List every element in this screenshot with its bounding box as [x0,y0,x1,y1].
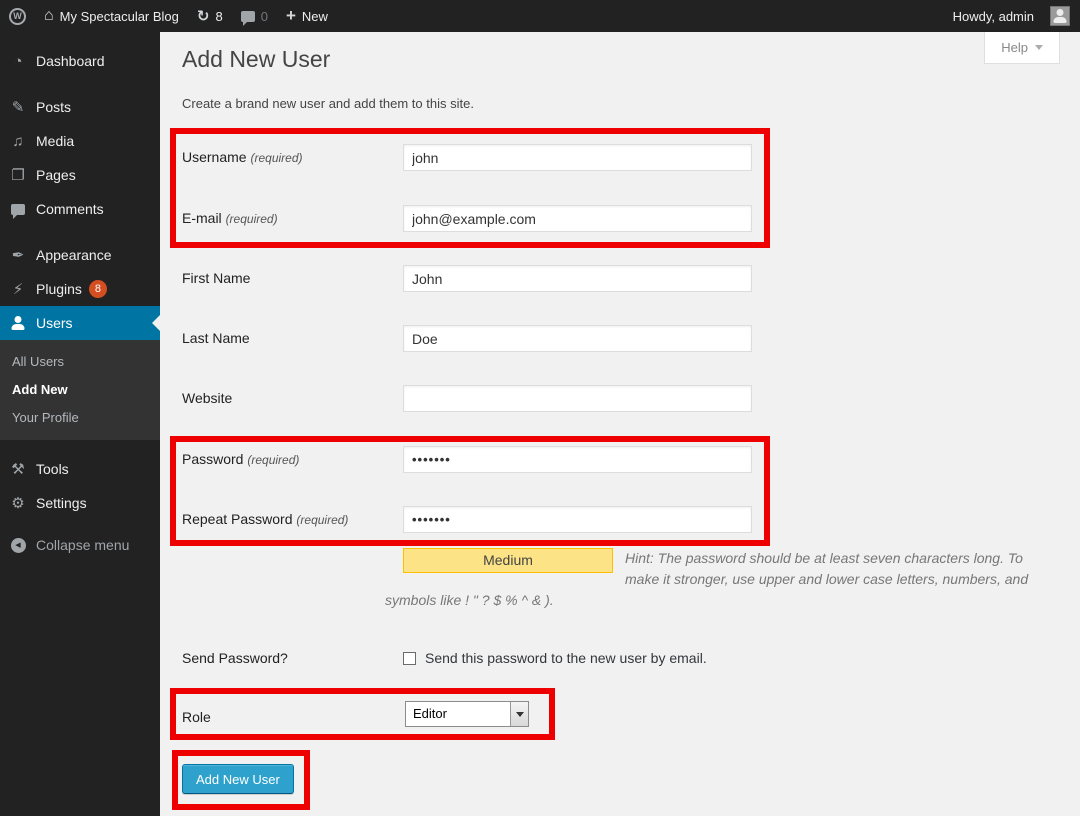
updates-icon [197,7,210,25]
sidebar-item-label: Dashboard [36,53,105,69]
dashboard-icon [8,53,28,70]
first-name-label: First Name [182,270,394,286]
send-password-checkbox-label[interactable]: Send this password to the new user by em… [425,650,707,666]
main-content: Help Add New User Create a brand new use… [160,32,1080,816]
active-menu-arrow [152,315,160,331]
wordpress-menu[interactable] [0,0,35,32]
comment-count: 0 [261,9,268,24]
admin-sidebar: Dashboard Posts Media Pages Comments App… [0,32,160,816]
comments-link[interactable]: 0 [232,0,277,32]
annotation-box-passwords [170,436,770,546]
new-content-menu[interactable]: New [277,0,337,32]
wordpress-logo-icon [9,8,26,25]
pushpin-icon [8,98,28,116]
plus-icon [286,6,296,26]
website-field[interactable] [403,385,752,412]
tools-icon [8,460,28,478]
avatar[interactable] [1050,6,1070,26]
plugin-icon [8,280,28,298]
user-icon [8,316,28,330]
comment-bubble-icon [8,204,28,215]
brush-icon [8,246,28,264]
submenu-item-label: Add New [12,382,68,397]
menu-separator [0,78,160,90]
page-description: Create a brand new user and add them to … [182,96,474,111]
website-label: Website [182,390,394,406]
sidebar-item-settings[interactable]: Settings [0,486,160,520]
collapse-menu-button[interactable]: Collapse menu [0,528,160,562]
menu-separator [0,440,160,452]
media-icon [8,133,28,150]
send-password-checkbox[interactable] [403,652,416,665]
annotation-box-username-email [170,128,770,248]
sidebar-item-appearance[interactable]: Appearance [0,238,160,272]
sidebar-item-comments[interactable]: Comments [0,192,160,226]
send-password-label: Send Password? [182,650,394,666]
users-submenu: All Users Add New Your Profile [0,340,160,440]
menu-separator [0,226,160,238]
last-name-field[interactable] [403,325,752,352]
sidebar-item-label: Tools [36,461,69,477]
last-name-label: Last Name [182,330,394,346]
update-count: 8 [215,9,222,24]
submenu-item-add-new[interactable]: Add New [0,375,160,403]
sidebar-item-label: Media [36,133,74,149]
home-icon [44,7,54,25]
sidebar-item-users[interactable]: Users [0,306,160,340]
admin-bar: My Spectacular Blog 8 0 New Howdy, admin [0,0,1080,32]
help-button[interactable]: Help [984,32,1060,64]
chevron-down-icon [1035,45,1043,54]
sidebar-item-label: Users [36,315,73,331]
sidebar-item-label: Appearance [36,247,112,263]
sidebar-item-media[interactable]: Media [0,124,160,158]
updates-link[interactable]: 8 [188,0,232,32]
sidebar-item-tools[interactable]: Tools [0,452,160,486]
submenu-item-all-users[interactable]: All Users [0,347,160,375]
submenu-item-label: All Users [12,354,64,369]
sidebar-item-label: Settings [36,495,87,511]
help-label: Help [1001,40,1028,55]
pages-icon [8,166,28,184]
first-name-field[interactable] [403,265,752,292]
plugin-update-badge: 8 [89,280,107,298]
sidebar-item-label: Posts [36,99,71,115]
annotation-box-submit [172,750,310,810]
collapse-icon [8,538,28,553]
person-icon [1052,9,1068,23]
new-label: New [302,9,328,24]
my-account-menu[interactable]: Howdy, admin [944,0,1043,32]
submenu-item-your-profile[interactable]: Your Profile [0,403,160,431]
submenu-item-label: Your Profile [12,410,79,425]
site-name: My Spectacular Blog [60,9,179,24]
sidebar-item-label: Comments [36,201,104,217]
password-hint: Medium Hint: The password should be at l… [385,548,1037,611]
sidebar-item-label: Pages [36,167,76,183]
password-strength-indicator: Medium [403,548,613,573]
comment-bubble-icon [241,11,255,22]
page-title: Add New User [182,46,330,73]
settings-icon [8,494,28,512]
sidebar-item-dashboard[interactable]: Dashboard [0,44,160,78]
sidebar-item-posts[interactable]: Posts [0,90,160,124]
site-name-link[interactable]: My Spectacular Blog [35,0,188,32]
annotation-box-role [170,688,555,740]
sidebar-item-label: Collapse menu [36,537,129,553]
sidebar-item-pages[interactable]: Pages [0,158,160,192]
howdy-text: Howdy, admin [953,9,1034,24]
sidebar-item-label: Plugins [36,281,82,297]
sidebar-item-plugins[interactable]: Plugins 8 [0,272,160,306]
